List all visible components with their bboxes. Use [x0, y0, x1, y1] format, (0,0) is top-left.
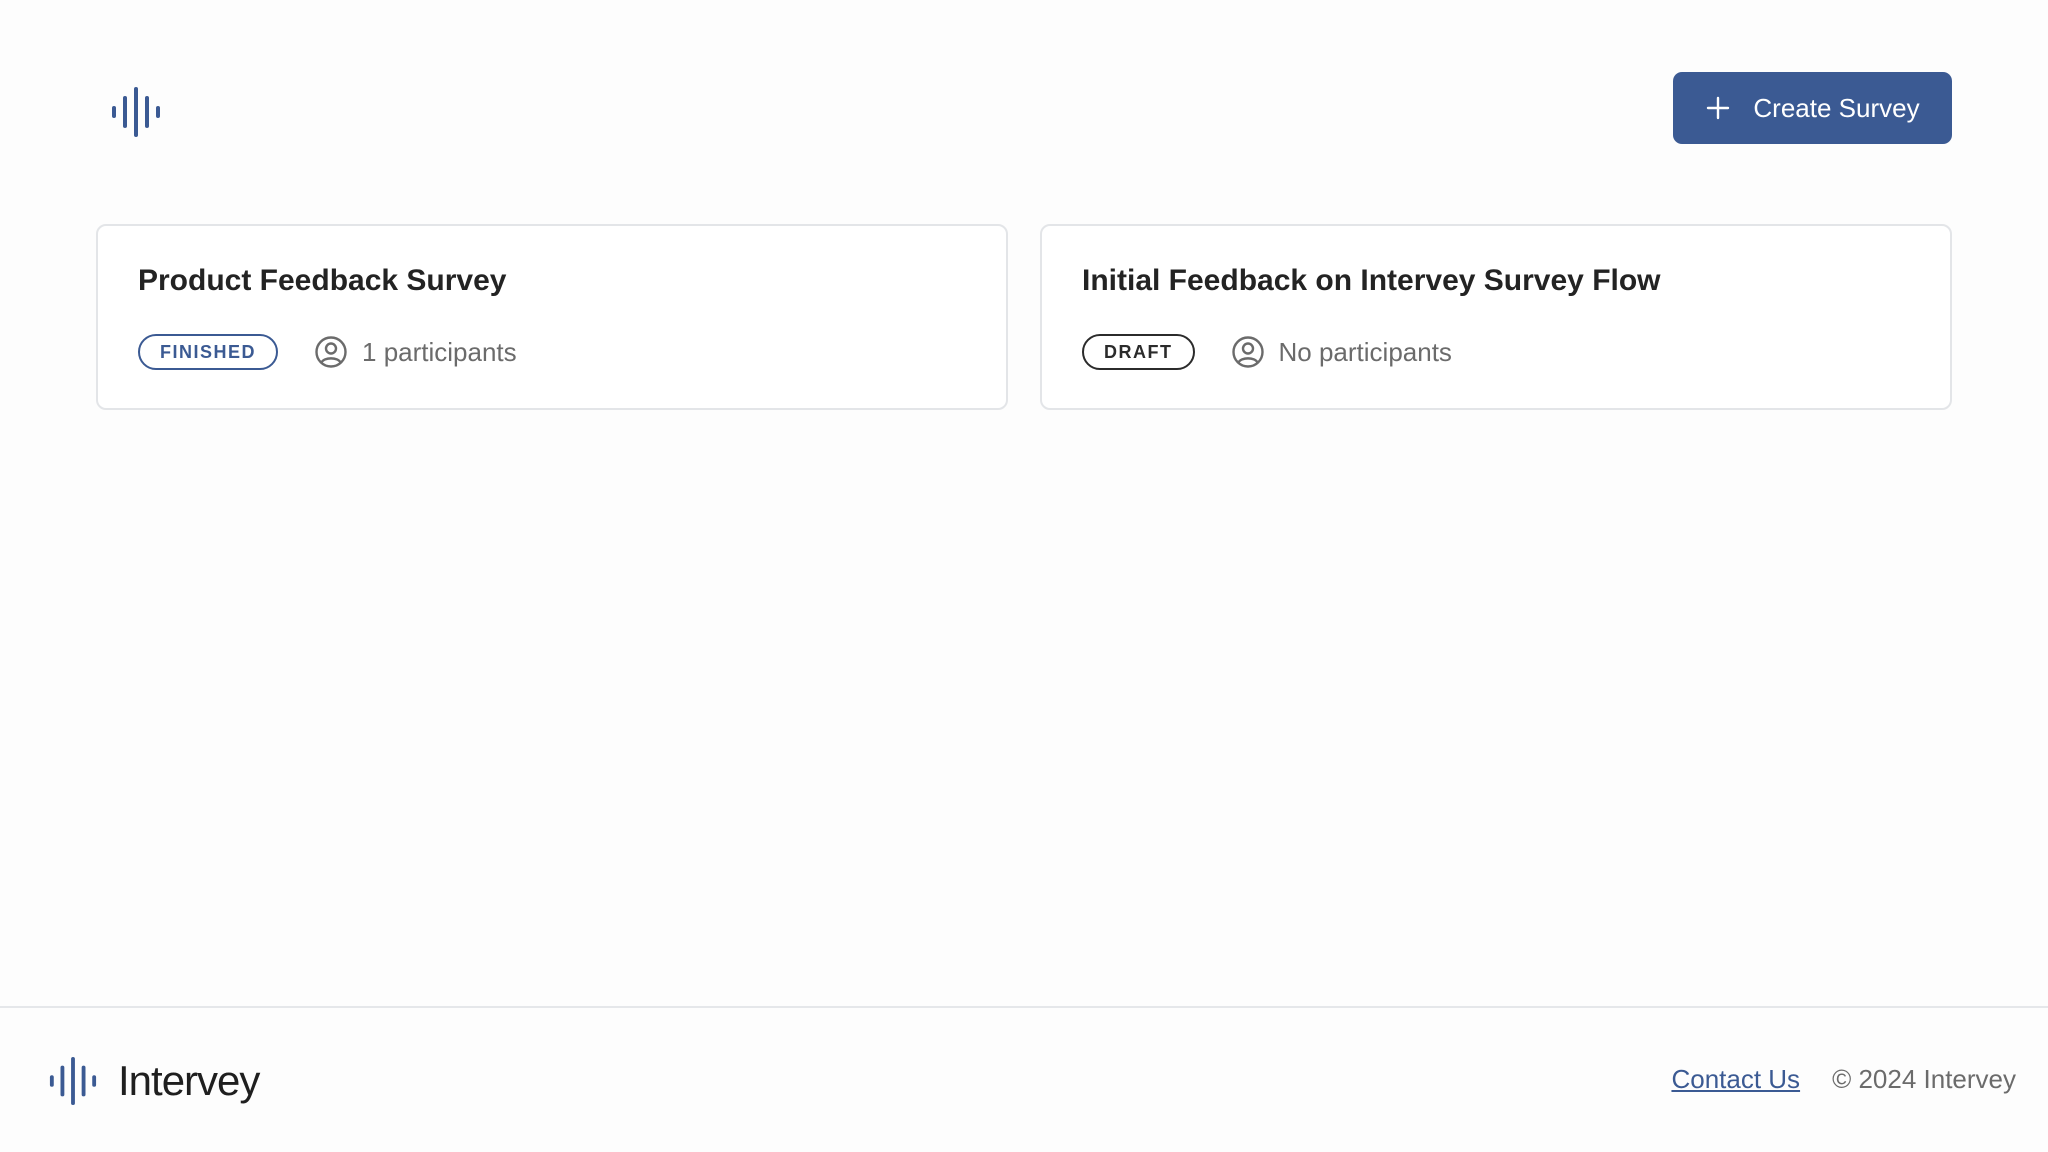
- header: Create Survey: [0, 0, 2048, 200]
- footer-brand[interactable]: Intervey: [48, 1056, 260, 1106]
- footer-links: Contact Us © 2024 Intervey: [1671, 1064, 2016, 1095]
- participants-count: 1 participants: [362, 336, 517, 367]
- user-circle-icon: [1231, 336, 1264, 368]
- status-badge: DRAFT: [1082, 334, 1195, 370]
- contact-us-link[interactable]: Contact Us: [1671, 1064, 1800, 1095]
- survey-title: Product Feedback Survey: [138, 264, 507, 297]
- status-badge: FINISHED: [138, 334, 279, 370]
- footer: Intervey Contact Us © 2024 Intervey: [0, 1006, 2048, 1152]
- copyright-text: © 2024 Intervey: [1832, 1064, 2016, 1094]
- survey-meta: DRAFT No participants: [1082, 334, 1452, 370]
- survey-meta: FINISHED 1 participants: [138, 334, 517, 370]
- participants-count: No participants: [1278, 336, 1452, 367]
- survey-title: Initial Feedback on Intervey Survey Flow: [1082, 264, 1661, 297]
- brand-name: Intervey: [118, 1057, 260, 1104]
- create-survey-label: Create Survey: [1753, 92, 1920, 123]
- survey-card[interactable]: Initial Feedback on Intervey Survey Flow…: [1040, 224, 1952, 410]
- user-circle-icon: [315, 336, 347, 368]
- waveform-icon: [49, 1056, 97, 1106]
- survey-card[interactable]: Product Feedback Survey FINISHED 1 parti…: [96, 224, 1008, 410]
- plus-icon: [1707, 96, 1730, 120]
- waveform-icon[interactable]: [110, 86, 162, 138]
- create-survey-button[interactable]: Create Survey: [1673, 72, 1952, 144]
